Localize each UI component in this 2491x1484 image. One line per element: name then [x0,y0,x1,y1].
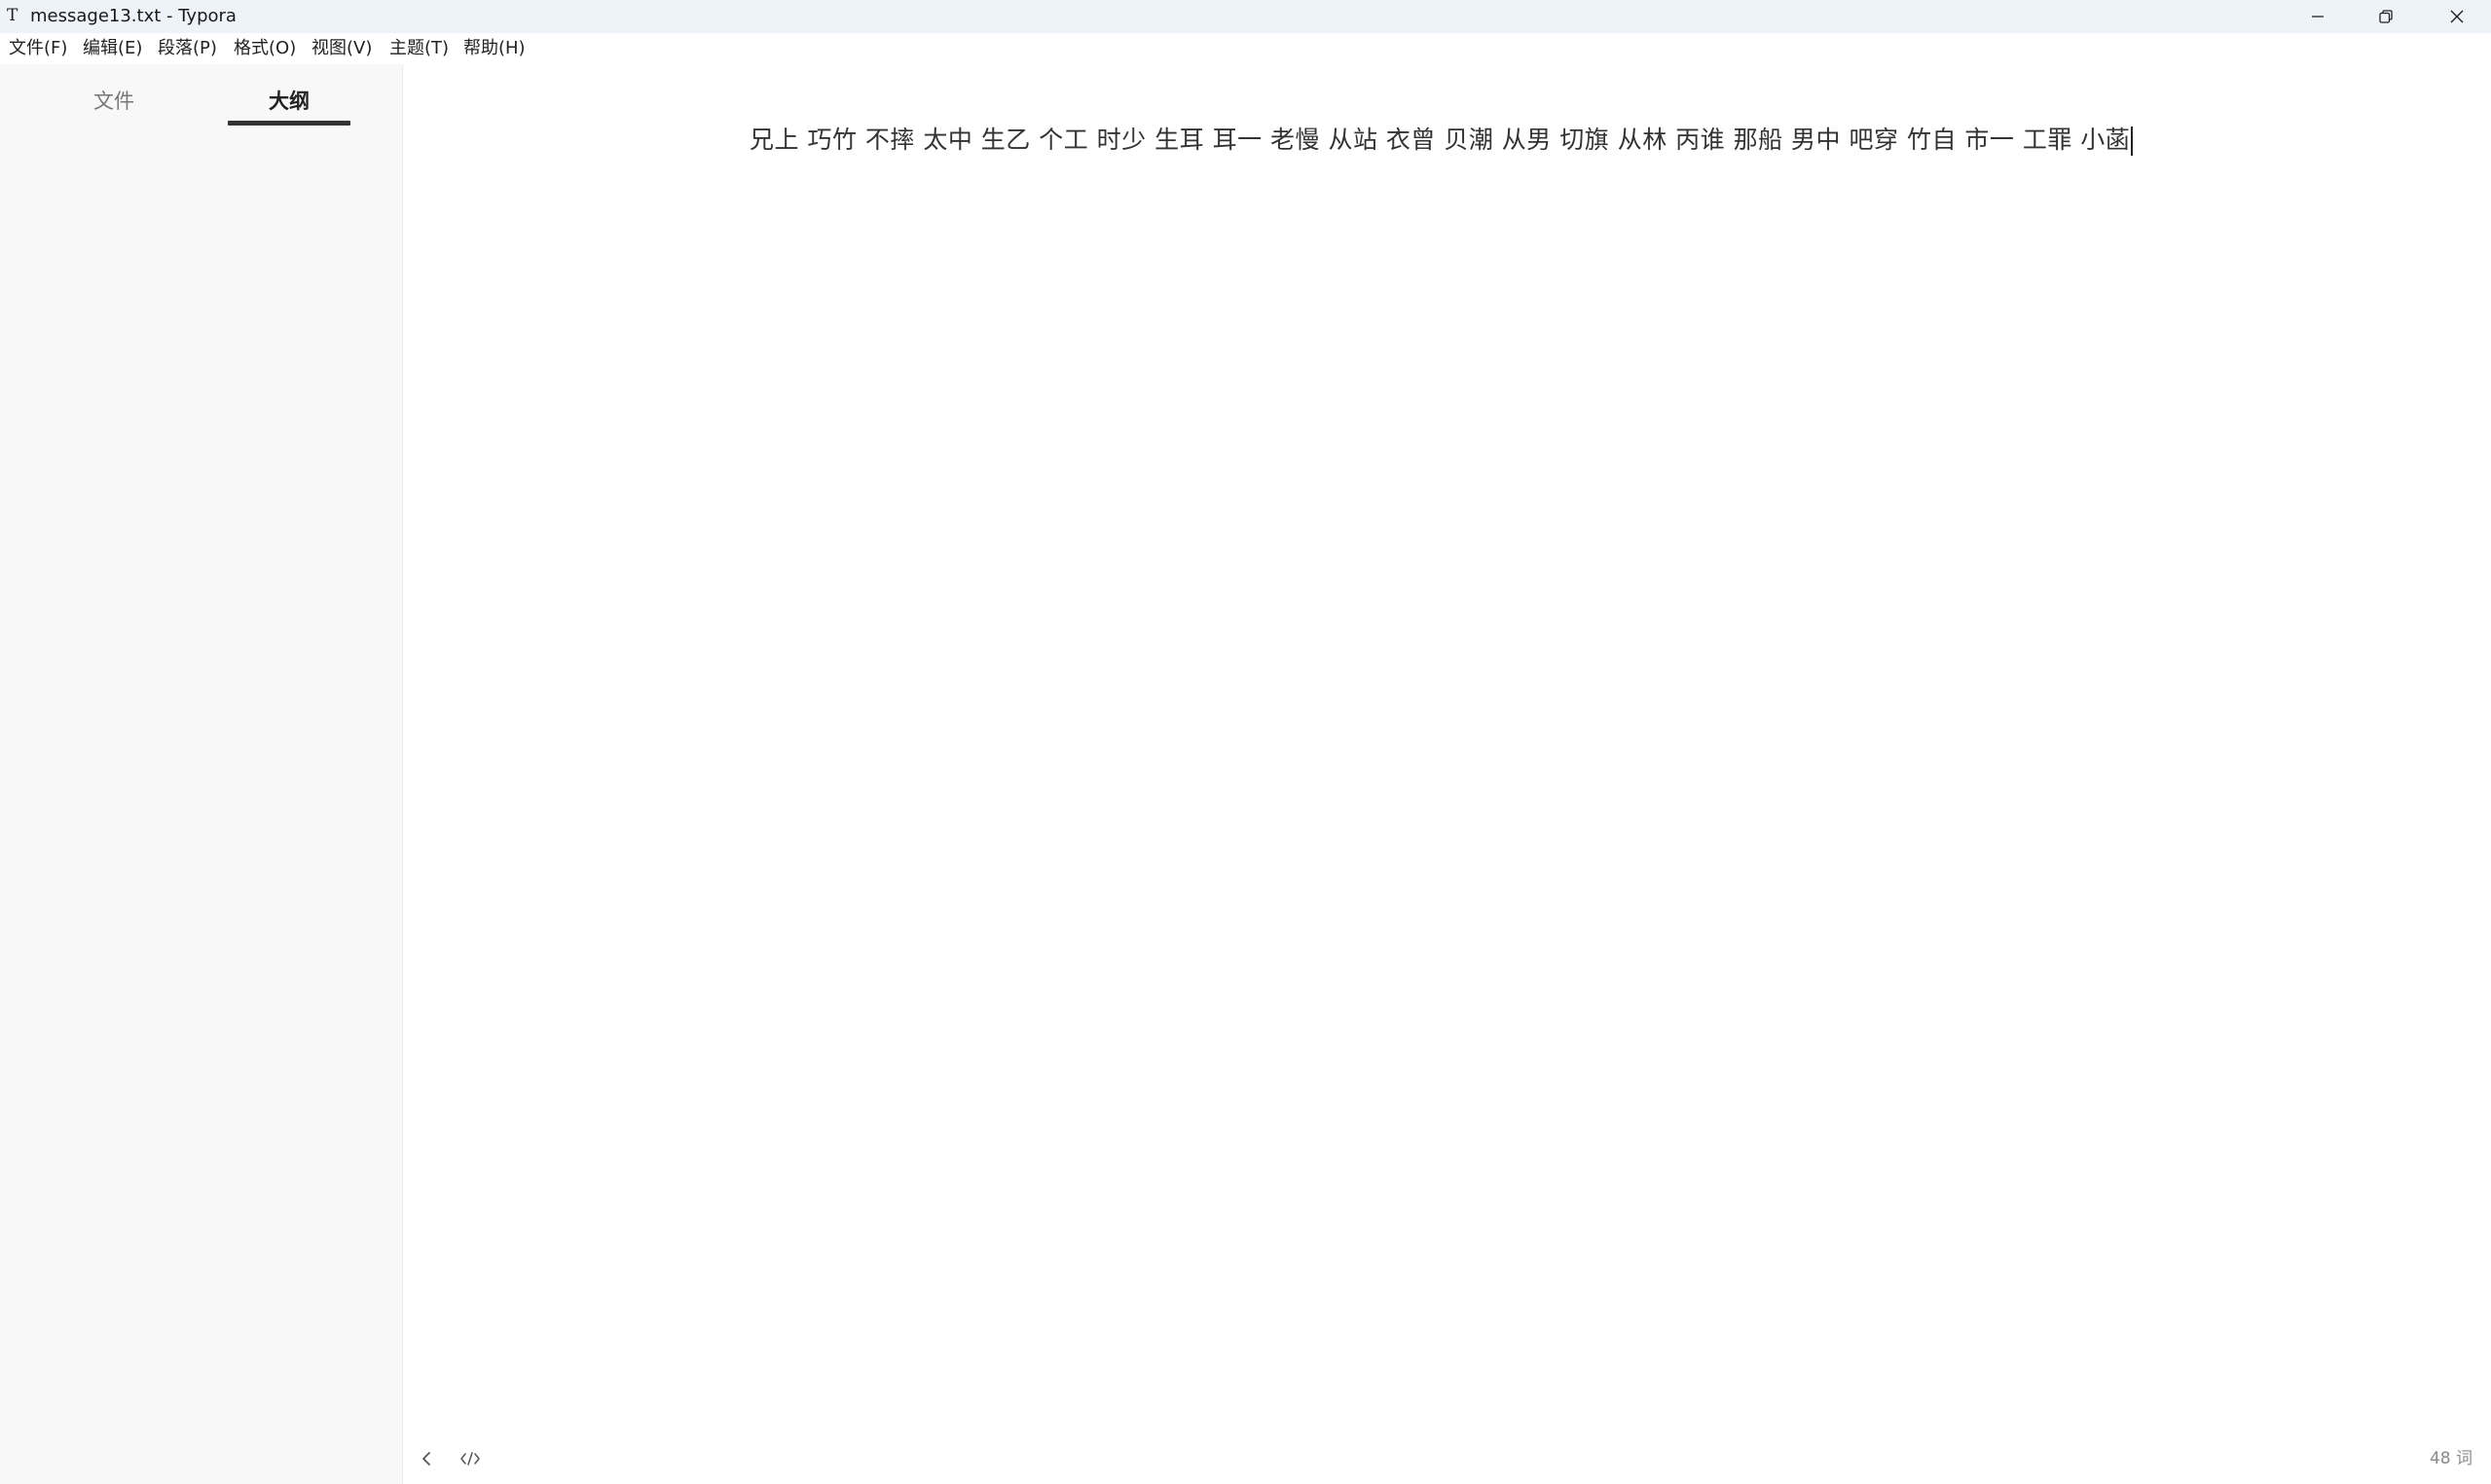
toggle-sidebar-button[interactable] [413,1444,442,1473]
minimize-button[interactable] [2284,0,2352,33]
menu-paragraph[interactable]: 段落(P) [158,33,217,64]
source-code-mode-button[interactable] [456,1444,485,1473]
document-text: 兄上 巧竹 不摔 太中 生乙 个工 时少 生耳 耳一 老慢 从站 衣曾 贝潮 从… [750,126,2131,154]
menu-bar: 文件(F) 编辑(E) 段落(P) 格式(O) 视图(V) 主题(T) 帮助(H… [0,33,2491,64]
window-title: message13.txt - Typora [30,6,237,26]
word-count[interactable]: 48 词 [2375,1444,2473,1473]
sidebar: 文件 大纲 [0,64,403,1484]
text-caret [2131,127,2134,156]
active-tab-indicator [228,121,350,126]
close-icon [2450,10,2464,23]
minimize-icon [2312,16,2324,18]
menu-help[interactable]: 帮助(H) [463,33,526,64]
restore-icon [2379,10,2393,23]
restore-button[interactable] [2352,0,2420,33]
menu-theme[interactable]: 主题(T) [389,33,449,64]
typora-app-icon: T [7,6,18,25]
menu-edit[interactable]: 编辑(E) [83,33,142,64]
menu-view[interactable]: 视图(V) [311,33,372,64]
editor-area[interactable]: 兄上 巧竹 不摔 太中 生乙 个工 时少 生耳 耳一 老慢 从站 衣曾 贝潮 从… [404,64,2491,1484]
document-text-line[interactable]: 兄上 巧竹 不摔 太中 生乙 个工 时少 生耳 耳一 老慢 从站 衣曾 贝潮 从… [750,121,2134,160]
chevron-left-icon [422,1452,430,1466]
menu-format[interactable]: 格式(O) [234,33,296,64]
close-button[interactable] [2423,0,2491,33]
title-bar: T message13.txt - Typora [0,0,2491,33]
menu-file[interactable]: 文件(F) [9,33,67,64]
tab-outline[interactable]: 大纲 [228,82,350,121]
tab-files[interactable]: 文件 [58,82,169,121]
code-icon [460,1452,480,1466]
